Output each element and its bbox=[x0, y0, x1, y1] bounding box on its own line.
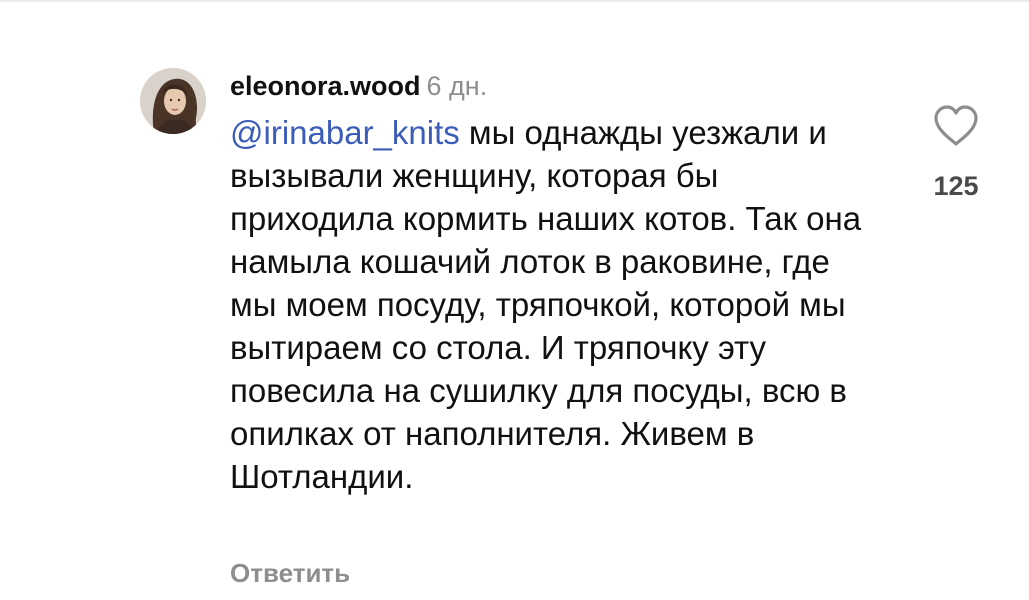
like-button[interactable] bbox=[932, 104, 980, 148]
reply-button[interactable]: Ответить bbox=[230, 556, 350, 590]
mention-link[interactable]: @irinabar_knits bbox=[230, 114, 460, 151]
like-count: 125 bbox=[933, 171, 979, 201]
heart-outline-icon bbox=[934, 105, 978, 146]
avatar-image bbox=[140, 68, 206, 134]
comment-header: eleonora.wood 6 дн. bbox=[230, 68, 487, 104]
comment-timestamp: 6 дн. bbox=[426, 71, 488, 101]
top-divider bbox=[0, 0, 1029, 2]
avatar[interactable] bbox=[140, 68, 206, 134]
comment-username[interactable]: eleonora.wood bbox=[230, 71, 421, 101]
comment-body: @irinabar_knits мы однажды уезжали и выз… bbox=[230, 111, 870, 498]
comment-text: мы однажды уезжали и вызывали женщину, к… bbox=[230, 114, 862, 495]
